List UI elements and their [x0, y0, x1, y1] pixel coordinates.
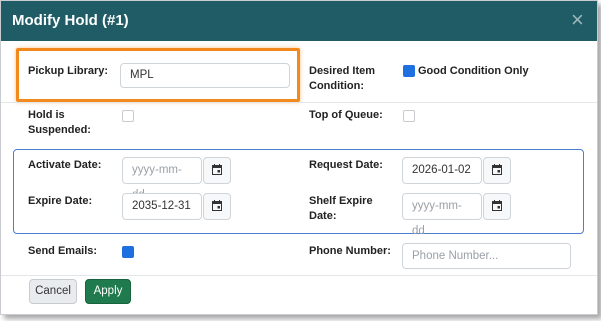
hold-suspended-checkbox[interactable]	[122, 110, 134, 122]
apply-button[interactable]: Apply	[85, 279, 131, 304]
modify-hold-dialog: Modify Hold (#1) × Pickup Library: MPL D…	[0, 0, 598, 315]
request-date-input[interactable]: 2026-01-02	[402, 157, 482, 184]
desired-condition-label-line1: Desired Item	[309, 65, 376, 77]
good-condition-label: Good Condition Only	[418, 65, 529, 77]
calendar-icon[interactable]	[483, 157, 511, 184]
cancel-button[interactable]: Cancel	[29, 279, 77, 304]
request-date-label: Request Date:	[309, 159, 383, 171]
activate-date-input[interactable]: yyyy-mm-dd	[122, 157, 202, 201]
phone-number-input[interactable]: Phone Number...	[402, 243, 571, 269]
send-emails-label: Send Emails:	[28, 245, 98, 257]
expire-date-label: Expire Date:	[28, 195, 93, 207]
shelf-expire-date-input[interactable]: yyyy-mm-dd	[402, 193, 482, 237]
close-icon[interactable]: ×	[571, 8, 584, 32]
phone-number-label: Phone Number:	[309, 245, 391, 257]
send-emails-checkbox[interactable]	[122, 246, 134, 258]
footer-divider	[1, 275, 597, 276]
dialog-title: Modify Hold (#1)	[12, 12, 129, 29]
calendar-icon[interactable]	[483, 193, 511, 220]
top-of-queue-label: Top of Queue:	[309, 109, 383, 121]
calendar-icon[interactable]	[203, 157, 231, 184]
desired-condition-label: Desired Item Condition:	[309, 64, 375, 94]
shelf-expire-date-label-line2: Date:	[309, 210, 337, 222]
divider	[1, 102, 597, 103]
desired-condition-label-line2: Condition:	[309, 80, 364, 92]
top-of-queue-checkbox[interactable]	[403, 110, 415, 122]
shelf-expire-date-label-line1: Shelf Expire	[309, 195, 373, 207]
good-condition-checkbox[interactable]	[403, 65, 415, 77]
hold-suspended-label: Hold is Suspended:	[28, 108, 91, 138]
pickup-library-field[interactable]: MPL	[120, 63, 290, 88]
shelf-expire-date-label: Shelf Expire Date:	[309, 194, 373, 224]
dialog-header: Modify Hold (#1) ×	[1, 1, 597, 41]
pickup-library-label: Pickup Library:	[28, 65, 109, 77]
activate-date-label: Activate Date:	[28, 159, 102, 171]
hold-suspended-label-line1: Hold is	[28, 109, 65, 121]
expire-date-input[interactable]: 2035-12-31	[122, 193, 202, 220]
hold-suspended-label-line2: Suspended:	[28, 124, 91, 136]
calendar-icon[interactable]	[203, 193, 231, 220]
